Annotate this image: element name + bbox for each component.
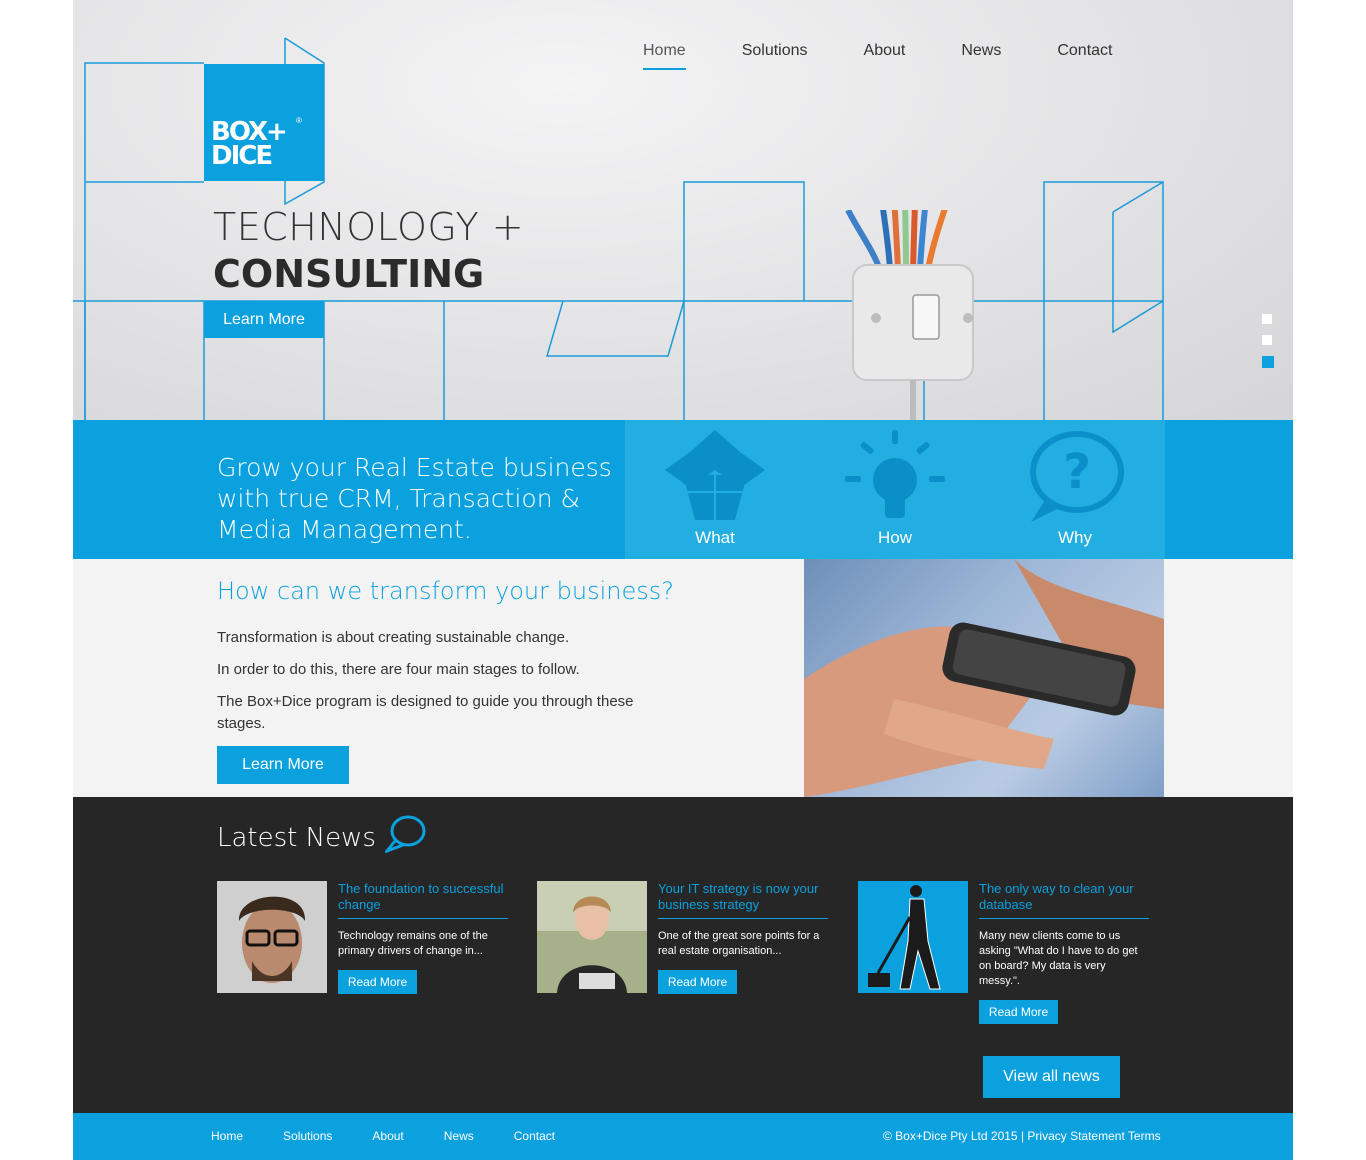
hero-title-line2: CONSULTING [213, 252, 485, 296]
footer-nav-contact[interactable]: Contact [514, 1129, 555, 1143]
feature-why[interactable]: ? Why [985, 420, 1165, 559]
hero-section: BOX+ DICE ® TECHNOLOGY + CONSULTING Lear… [73, 0, 1293, 420]
footer-nav-news[interactable]: News [444, 1129, 474, 1143]
transform-section: How can we transform your business? Tran… [73, 559, 1293, 797]
nav-item-solutions[interactable]: Solutions [742, 42, 808, 70]
nav-item-news[interactable]: News [961, 42, 1001, 70]
footer-copyright-line: © Box+Dice Pty Ltd 2015 | Privacy Statem… [883, 1129, 1161, 1143]
news-thumb-1 [217, 881, 327, 993]
footer-nav-home[interactable]: Home [211, 1129, 243, 1143]
view-all-news-button[interactable]: View all news [983, 1056, 1120, 1098]
footer-nav-about[interactable]: About [372, 1129, 403, 1143]
nav-item-home[interactable]: Home [643, 42, 686, 70]
news-card-2-title[interactable]: Your IT strategy is now your business st… [658, 881, 828, 919]
page: BOX+ DICE ® TECHNOLOGY + CONSULTING Lear… [73, 0, 1293, 1160]
footer-nav: Home Solutions About News Contact [211, 1129, 595, 1143]
latest-news-section: Latest News The foundation to successful… [73, 797, 1293, 1113]
nav-item-about[interactable]: About [864, 42, 906, 70]
band-tagline: Grow your Real Estate business with true… [217, 453, 612, 544]
hero-learn-more-button[interactable]: Learn More [204, 301, 324, 338]
feature-how-label: How [877, 528, 912, 547]
news-thumb-2 [537, 881, 647, 993]
box-icon [665, 430, 765, 520]
news-card-2-read-more-button[interactable]: Read More [658, 970, 737, 994]
news-card-1-desc: Technology remains one of the primary dr… [338, 930, 488, 957]
lightbulb-icon [845, 430, 945, 518]
transform-paragraph-2: In order to do this, there are four main… [217, 661, 580, 678]
terms-link[interactable]: Terms [1128, 1129, 1161, 1143]
copyright-text: © Box+Dice Pty Ltd 2015 [883, 1129, 1018, 1143]
svg-text:?: ? [1063, 444, 1091, 500]
box-dice-logo[interactable]: BOX+ DICE ® [204, 64, 324, 181]
feature-why-label: Why [1058, 528, 1092, 547]
news-card-1-read-more-button[interactable]: Read More [338, 970, 417, 994]
hand-phone-photo [804, 559, 1164, 797]
feature-band: Grow your Real Estate business with true… [73, 420, 1293, 559]
news-card-3-title[interactable]: The only way to clean your database [979, 881, 1149, 919]
news-card-2-desc: One of the great sore points for a real … [658, 930, 820, 957]
logo-registered-mark: ® [296, 116, 302, 125]
privacy-statement-link[interactable]: Privacy Statement [1027, 1129, 1124, 1143]
slider-dot-1[interactable] [1262, 314, 1272, 324]
slider-dot-2[interactable] [1262, 335, 1272, 345]
hero-slider-dots [1262, 314, 1274, 379]
question-bubble-icon: ? [1030, 431, 1124, 522]
news-thumb-3 [858, 881, 968, 993]
feature-how[interactable]: How [805, 420, 985, 559]
transform-paragraph-1: Transformation is about creating sustain… [217, 629, 570, 646]
hero-title-line1: TECHNOLOGY + [213, 205, 525, 249]
news-card-3-read-more-button[interactable]: Read More [979, 1000, 1058, 1024]
feature-what[interactable]: What [625, 420, 805, 559]
main-nav: Home Solutions About News Contact [643, 42, 1168, 70]
nav-item-contact[interactable]: Contact [1057, 42, 1112, 70]
transform-heading: How can we transform your business? [217, 577, 674, 605]
feature-icons-panel: What How ? Why [625, 420, 1165, 559]
news-card-3-desc: Many new clients come to us asking "What… [979, 930, 1138, 987]
news-card-1-title[interactable]: The foundation to successful change [338, 881, 508, 919]
news-heading: Latest News [217, 823, 376, 853]
footer-separator: | [1020, 1129, 1025, 1143]
logo-text: BOX+ DICE [211, 117, 288, 171]
speech-bubble-icon [385, 815, 426, 853]
light-switch-cables-image [845, 210, 974, 420]
footer: Home Solutions About News Contact © Box+… [73, 1113, 1293, 1160]
footer-nav-solutions[interactable]: Solutions [283, 1129, 332, 1143]
transform-learn-more-button[interactable]: Learn More [217, 746, 349, 784]
feature-what-label: What [695, 528, 735, 547]
slider-dot-3[interactable] [1262, 356, 1274, 368]
transform-paragraph-3: The Box+Dice program is designed to guid… [217, 693, 634, 732]
